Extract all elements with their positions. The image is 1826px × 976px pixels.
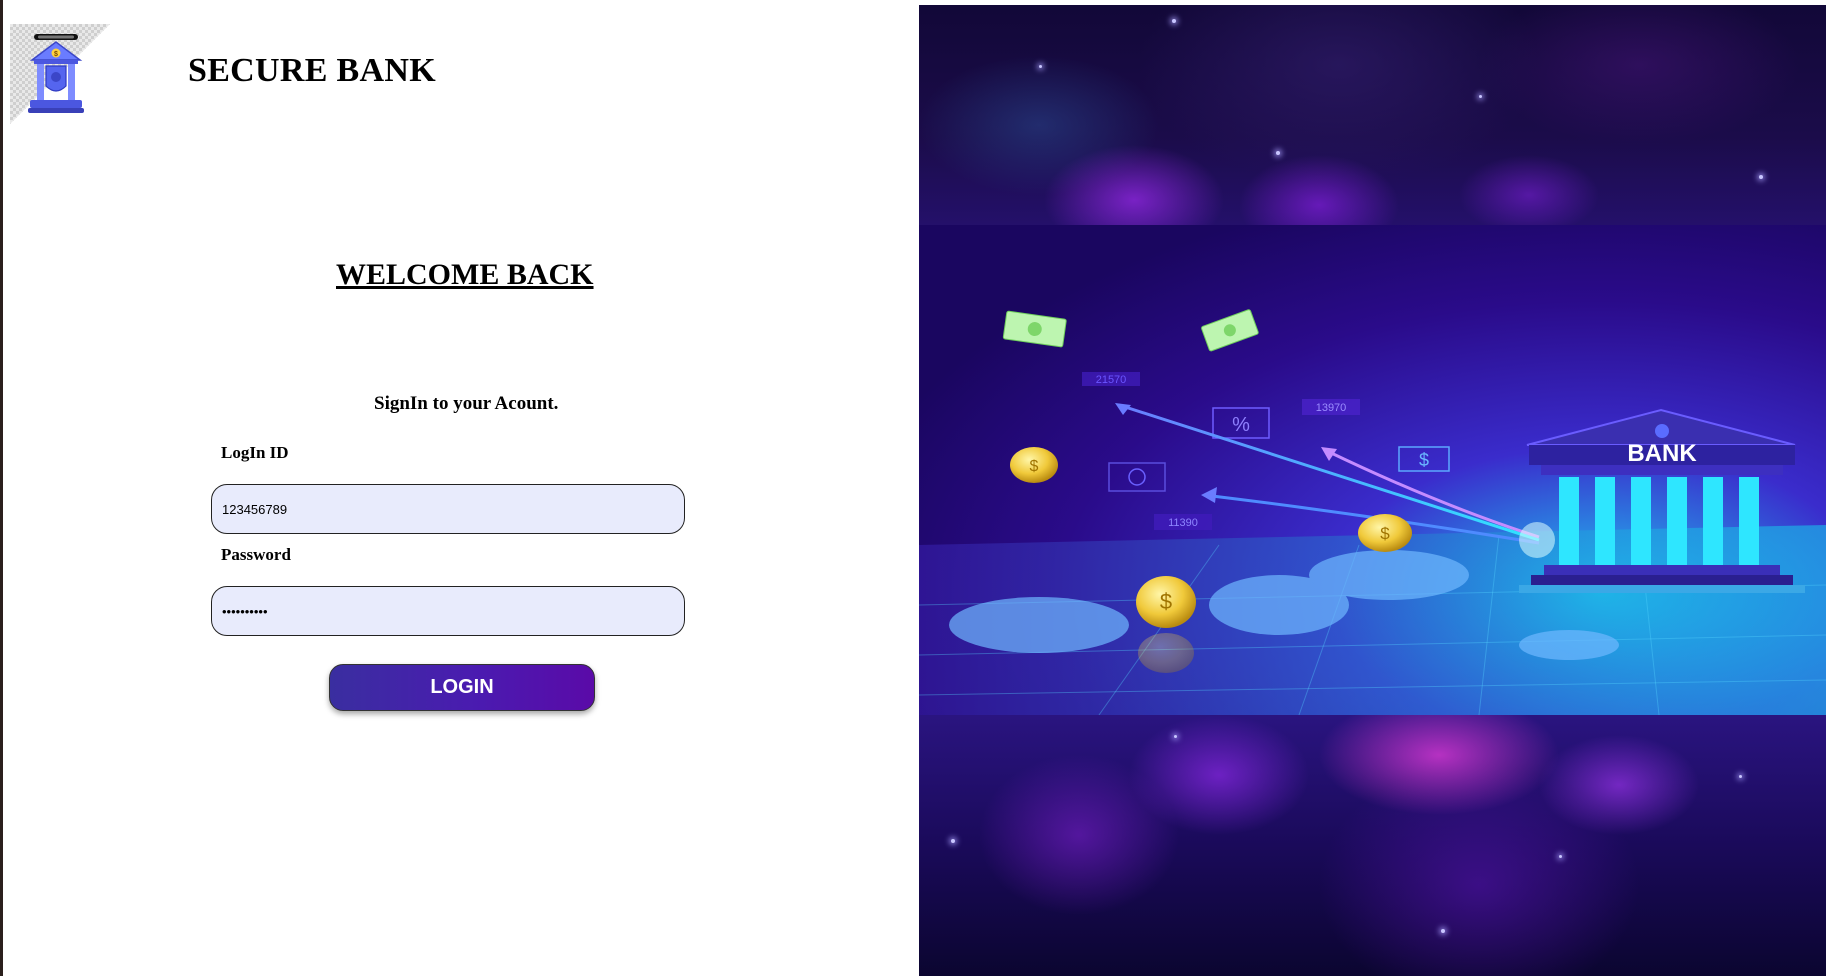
space-background-top: [919, 5, 1826, 225]
svg-text:$: $: [54, 51, 58, 58]
banner-panel: 21570 13970 11390 % $ $ $ $ BANK: [919, 5, 1826, 976]
welcome-heading: WELCOME BACK: [336, 258, 594, 291]
coin-icon: $: [1160, 589, 1172, 614]
login-button[interactable]: LOGIN: [329, 664, 595, 711]
login-id-label: LogIn ID: [221, 443, 289, 462]
banner-number: 11390: [1168, 517, 1198, 529]
bank-shield-icon: $: [28, 34, 84, 113]
password-label: Password: [221, 545, 291, 564]
coin-icon: $: [1030, 458, 1039, 475]
bank-sign: BANK: [1627, 440, 1697, 467]
percent-icon: %: [1232, 414, 1250, 436]
window-edge: [0, 0, 3, 976]
bank-illustration: 21570 13970 11390 % $ $ $ $ BANK: [919, 225, 1826, 715]
dollar-icon: $: [1419, 450, 1429, 470]
login-id-input[interactable]: [211, 484, 685, 534]
password-input[interactable]: [211, 586, 685, 636]
banner-number: 13970: [1316, 402, 1347, 414]
space-background-bottom: [919, 715, 1826, 976]
banner-number: 21570: [1096, 374, 1127, 386]
signin-subtitle: SignIn to your Acount.: [374, 393, 559, 414]
brand-title: SECURE BANK: [188, 52, 436, 89]
coin-icon: $: [1380, 524, 1390, 543]
